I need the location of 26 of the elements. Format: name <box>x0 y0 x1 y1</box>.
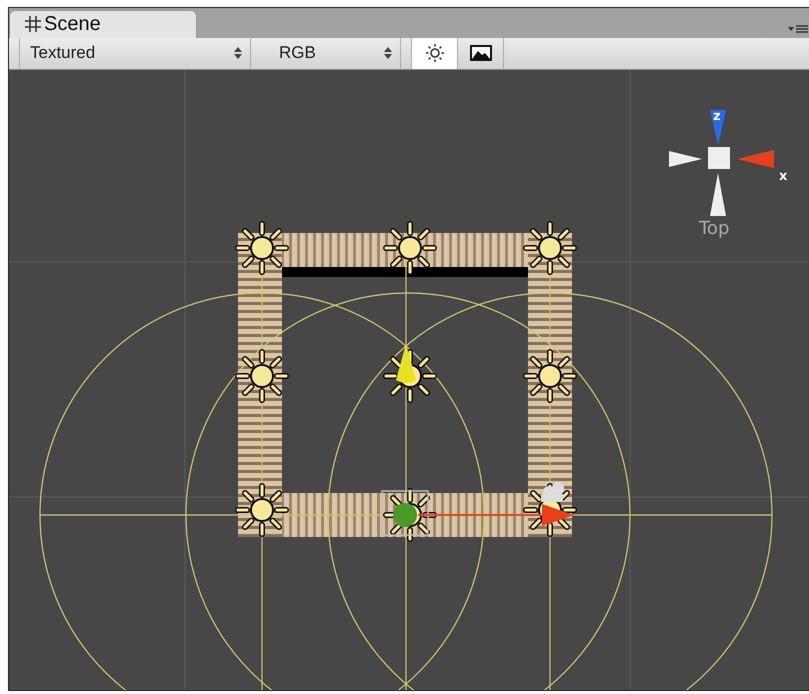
menu-icon[interactable] <box>788 24 808 34</box>
image-icon <box>470 45 492 62</box>
light-icon[interactable] <box>383 221 437 275</box>
cone-icon <box>396 344 416 383</box>
light-icon[interactable] <box>235 349 289 403</box>
up-down-arrows-icon <box>234 47 242 60</box>
z-axis-label: z <box>713 109 721 124</box>
lighting-toggle[interactable] <box>412 38 458 69</box>
pivot-handle[interactable] <box>393 503 417 527</box>
light-icon[interactable] <box>523 349 577 403</box>
light-icon[interactable] <box>235 221 289 275</box>
view-label: Top <box>699 218 730 239</box>
sun-icon <box>424 43 444 64</box>
light-icon[interactable] <box>235 483 289 537</box>
dropdown[interactable]: RGB <box>269 38 401 69</box>
camera-icon <box>541 482 564 502</box>
orientation-gizmo[interactable] <box>669 110 774 216</box>
scene-tab[interactable]: Scene <box>9 10 197 38</box>
dropdown[interactable]: Textured <box>19 38 251 69</box>
selection-box <box>381 490 429 536</box>
move-arrow[interactable] <box>418 504 574 526</box>
tab-label: Scene <box>44 12 101 36</box>
up-down-arrows-icon <box>384 47 392 60</box>
light-icon[interactable] <box>523 221 577 275</box>
x-axis-label: x <box>779 169 788 184</box>
grid-icon <box>24 15 42 34</box>
